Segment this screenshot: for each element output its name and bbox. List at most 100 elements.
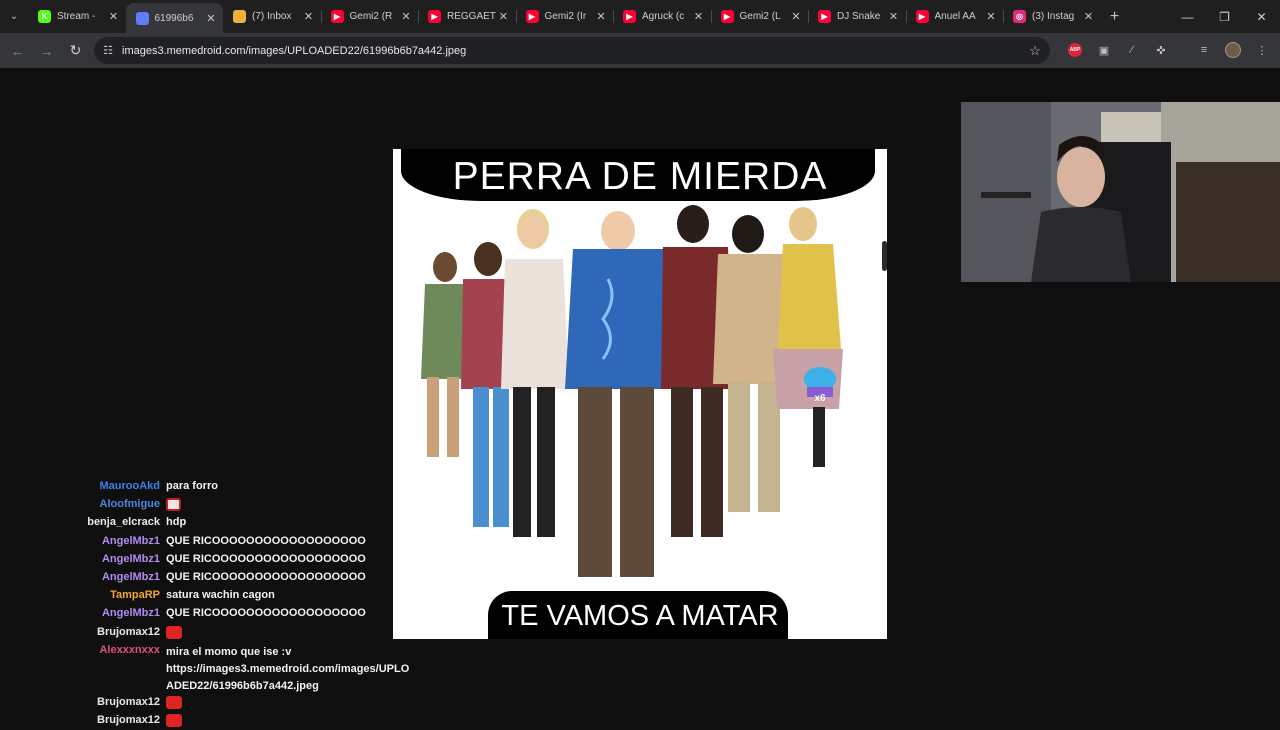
browser-toolbar: ← → ↻ ☷ images3.memedroid.com/images/UPL… — [0, 33, 1280, 68]
chat-text: QUE RICOOOOOOOOOOOOOOOOOO — [166, 552, 366, 565]
chat-message: AngelMbz1 QUE RICOOOOOOOOOOOOOOOOOO — [0, 533, 420, 551]
tab-close-icon[interactable]: ✕ — [985, 10, 997, 23]
meme-image: x6 PERRA DE MIERDA TE VAMOS A MATAR — [393, 149, 887, 639]
tab-5[interactable]: ▶ Gemi2 (Ir ✕ — [515, 0, 614, 33]
chat-username[interactable]: AngelMbz1 — [102, 607, 160, 619]
chat-emote-icon — [166, 713, 182, 727]
chat-message: TampaRP satura wachin cagon — [0, 587, 420, 605]
tab-7[interactable]: ▶ Gemi2 (L ✕ — [710, 0, 809, 33]
chat-emote-icon — [166, 695, 182, 709]
tab-2[interactable]: (7) Inbox ✕ — [223, 0, 321, 33]
tab-search-chevron-icon[interactable]: ⌄ — [0, 0, 28, 33]
tab-4[interactable]: ▶ REGGAET ✕ — [418, 0, 516, 33]
meme-top-caption: PERRA DE MIERDA — [452, 155, 828, 198]
tab-favicon-icon: ▶ — [330, 10, 344, 23]
media-controls-icon[interactable]: ≡ — [1193, 40, 1215, 60]
tab-close-icon[interactable]: ✕ — [303, 10, 315, 23]
tab-close-icon[interactable]: ✕ — [1083, 10, 1095, 23]
tab-favicon-icon: ▶ — [525, 10, 539, 23]
tab-1[interactable]: 61996b6 ✕ — [125, 3, 223, 33]
stream-chat: MaurooAkd para forro Aloofmigue benja_elcra… — [0, 478, 420, 730]
tab-title: (3) Instag — [1032, 11, 1075, 22]
chat-username[interactable]: AngelMbz1 — [102, 553, 160, 565]
chat-text: para forro — [166, 480, 218, 492]
tab-list: K Stream - ✕ 61996b6 ✕ (7) Inbox ✕ ▶ Gemi2 (R ✕ ▶ R… — [28, 0, 1101, 33]
chat-message: Brujomax12 — [0, 712, 420, 730]
meme-photo-illustration: x6 — [421, 205, 843, 577]
chat-link[interactable]: ADED22/61996b6b7a442.jpeg — [166, 678, 409, 695]
tab-favicon-icon: ▶ — [915, 10, 929, 23]
scroll-indicator[interactable] — [882, 241, 887, 271]
chat-text: QUE RICOOOOOOOOOOOOOOOOOO — [166, 534, 366, 547]
tab-strip: ⌄ K Stream - ✕ 61996b6 ✕ (7) Inbox ✕ ▶ Gemi2 (R ✕… — [0, 0, 1280, 33]
forward-arrow-icon[interactable]: → — [32, 36, 61, 66]
chat-link[interactable]: https://images3.memedroid.com/images/UPL… — [166, 661, 409, 678]
tab-title: Agruck (c — [642, 11, 685, 22]
chat-text: QUE RICOOOOOOOOOOOOOOOOOO — [166, 607, 366, 620]
chat-message: AngelMbz1 QUE RICOOOOOOOOOOOOOOOOOO — [0, 551, 420, 569]
menu-kebab-icon[interactable]: ⋮ — [1251, 40, 1273, 60]
chat-username[interactable]: Brujomax12 — [97, 696, 160, 708]
tab-close-icon[interactable]: ✕ — [400, 10, 412, 23]
chat-username[interactable]: TampaRP — [110, 589, 160, 601]
chat-username[interactable]: Brujomax12 — [97, 626, 160, 638]
chat-message: MaurooAkd para forro — [0, 478, 420, 496]
minimize-icon[interactable]: — — [1169, 0, 1206, 33]
tab-8[interactable]: ▶ DJ Snake ✕ — [808, 0, 906, 33]
url-text[interactable]: images3.memedroid.com/images/UPLOADED22/… — [122, 45, 1020, 57]
chat-message: benja_elcrack hdp — [0, 514, 420, 532]
tab-close-icon[interactable]: ✕ — [498, 10, 510, 23]
tab-10[interactable]: ◎ (3) Instag ✕ — [1003, 0, 1101, 33]
tab-close-icon[interactable]: ✕ — [790, 10, 802, 23]
restore-icon[interactable]: ❐ — [1206, 0, 1243, 33]
tab-close-icon[interactable]: ✕ — [888, 10, 900, 23]
chat-text: satura wachin cagon — [166, 589, 275, 602]
chat-text: QUE RICOOOOOOOOOOOOOOOOOO — [166, 570, 366, 583]
reload-icon[interactable]: ↻ — [61, 36, 90, 66]
tab-close-icon[interactable]: ✕ — [108, 10, 120, 23]
tab-close-icon[interactable]: ✕ — [693, 10, 705, 23]
tab-9[interactable]: ▶ Anuel AA ✕ — [905, 0, 1004, 33]
back-arrow-icon[interactable]: ← — [3, 36, 32, 66]
chat-username[interactable]: Aloofmigue — [100, 498, 161, 510]
chat-username[interactable]: benja_elcrack — [87, 516, 160, 528]
adblock-plus-icon[interactable]: ABP — [1068, 43, 1082, 57]
webcam-overlay — [961, 102, 1280, 282]
tab-close-icon[interactable]: ✕ — [595, 10, 607, 23]
chat-message: AngelMbz1 QUE RICOOOOOOOOOOOOOOOOOO — [0, 605, 420, 623]
chat-message: Aloofmigue — [0, 496, 420, 514]
tab-favicon-icon — [233, 10, 246, 23]
extension-icon[interactable]: ▣ — [1093, 40, 1115, 60]
profile-avatar[interactable] — [1222, 40, 1244, 60]
tab-title: Anuel AA — [934, 11, 976, 22]
chat-message: Alexxxnxxx mira el momo que ise :v https:/… — [0, 642, 420, 694]
tab-title: Gemi2 (R — [349, 11, 393, 22]
tab-title: 61996b6 — [154, 12, 194, 24]
site-info-icon[interactable]: ☷ — [94, 44, 122, 57]
chat-username[interactable]: AngelMbz1 — [102, 535, 160, 547]
meme-bottom-caption: TE VAMOS A MATAR — [501, 600, 779, 632]
chat-username[interactable]: AngelMbz1 — [102, 571, 160, 583]
chat-message: Brujomax12 — [0, 694, 420, 712]
address-bar[interactable]: ☷ images3.memedroid.com/images/UPLOADED2… — [94, 37, 1050, 64]
tab-0[interactable]: K Stream - ✕ — [28, 0, 126, 33]
tab-favicon-icon: ▶ — [623, 10, 636, 23]
tab-title: Stream - — [57, 11, 96, 22]
tab-6[interactable]: ▶ Agruck (c ✕ — [613, 0, 711, 33]
tab-favicon-icon — [135, 11, 149, 25]
tab-3[interactable]: ▶ Gemi2 (R ✕ — [320, 0, 419, 33]
close-window-icon[interactable]: ✕ — [1243, 0, 1280, 33]
tab-title: (7) Inbox — [252, 11, 292, 22]
tab-title: Gemi2 (L — [739, 11, 781, 22]
chat-text: hdp — [166, 516, 187, 529]
bookmark-star-icon[interactable]: ☆ — [1020, 43, 1050, 59]
chat-username[interactable]: Alexxxnxxx — [99, 644, 160, 656]
new-tab-plus-icon[interactable]: + — [1101, 8, 1129, 26]
tab-title: REGGAET — [447, 11, 496, 22]
chat-username[interactable]: MaurooAkd — [100, 480, 161, 492]
extension-slash-icon[interactable]: ⁄ — [1121, 40, 1143, 60]
extensions-puzzle-icon[interactable]: ✜ — [1150, 40, 1172, 60]
tab-close-icon[interactable]: ✕ — [205, 12, 217, 25]
page-content: x6 PERRA DE MIERDA TE VAMOS A MATAR Maur… — [0, 68, 1280, 727]
webcam-video-illustration — [961, 102, 1280, 282]
